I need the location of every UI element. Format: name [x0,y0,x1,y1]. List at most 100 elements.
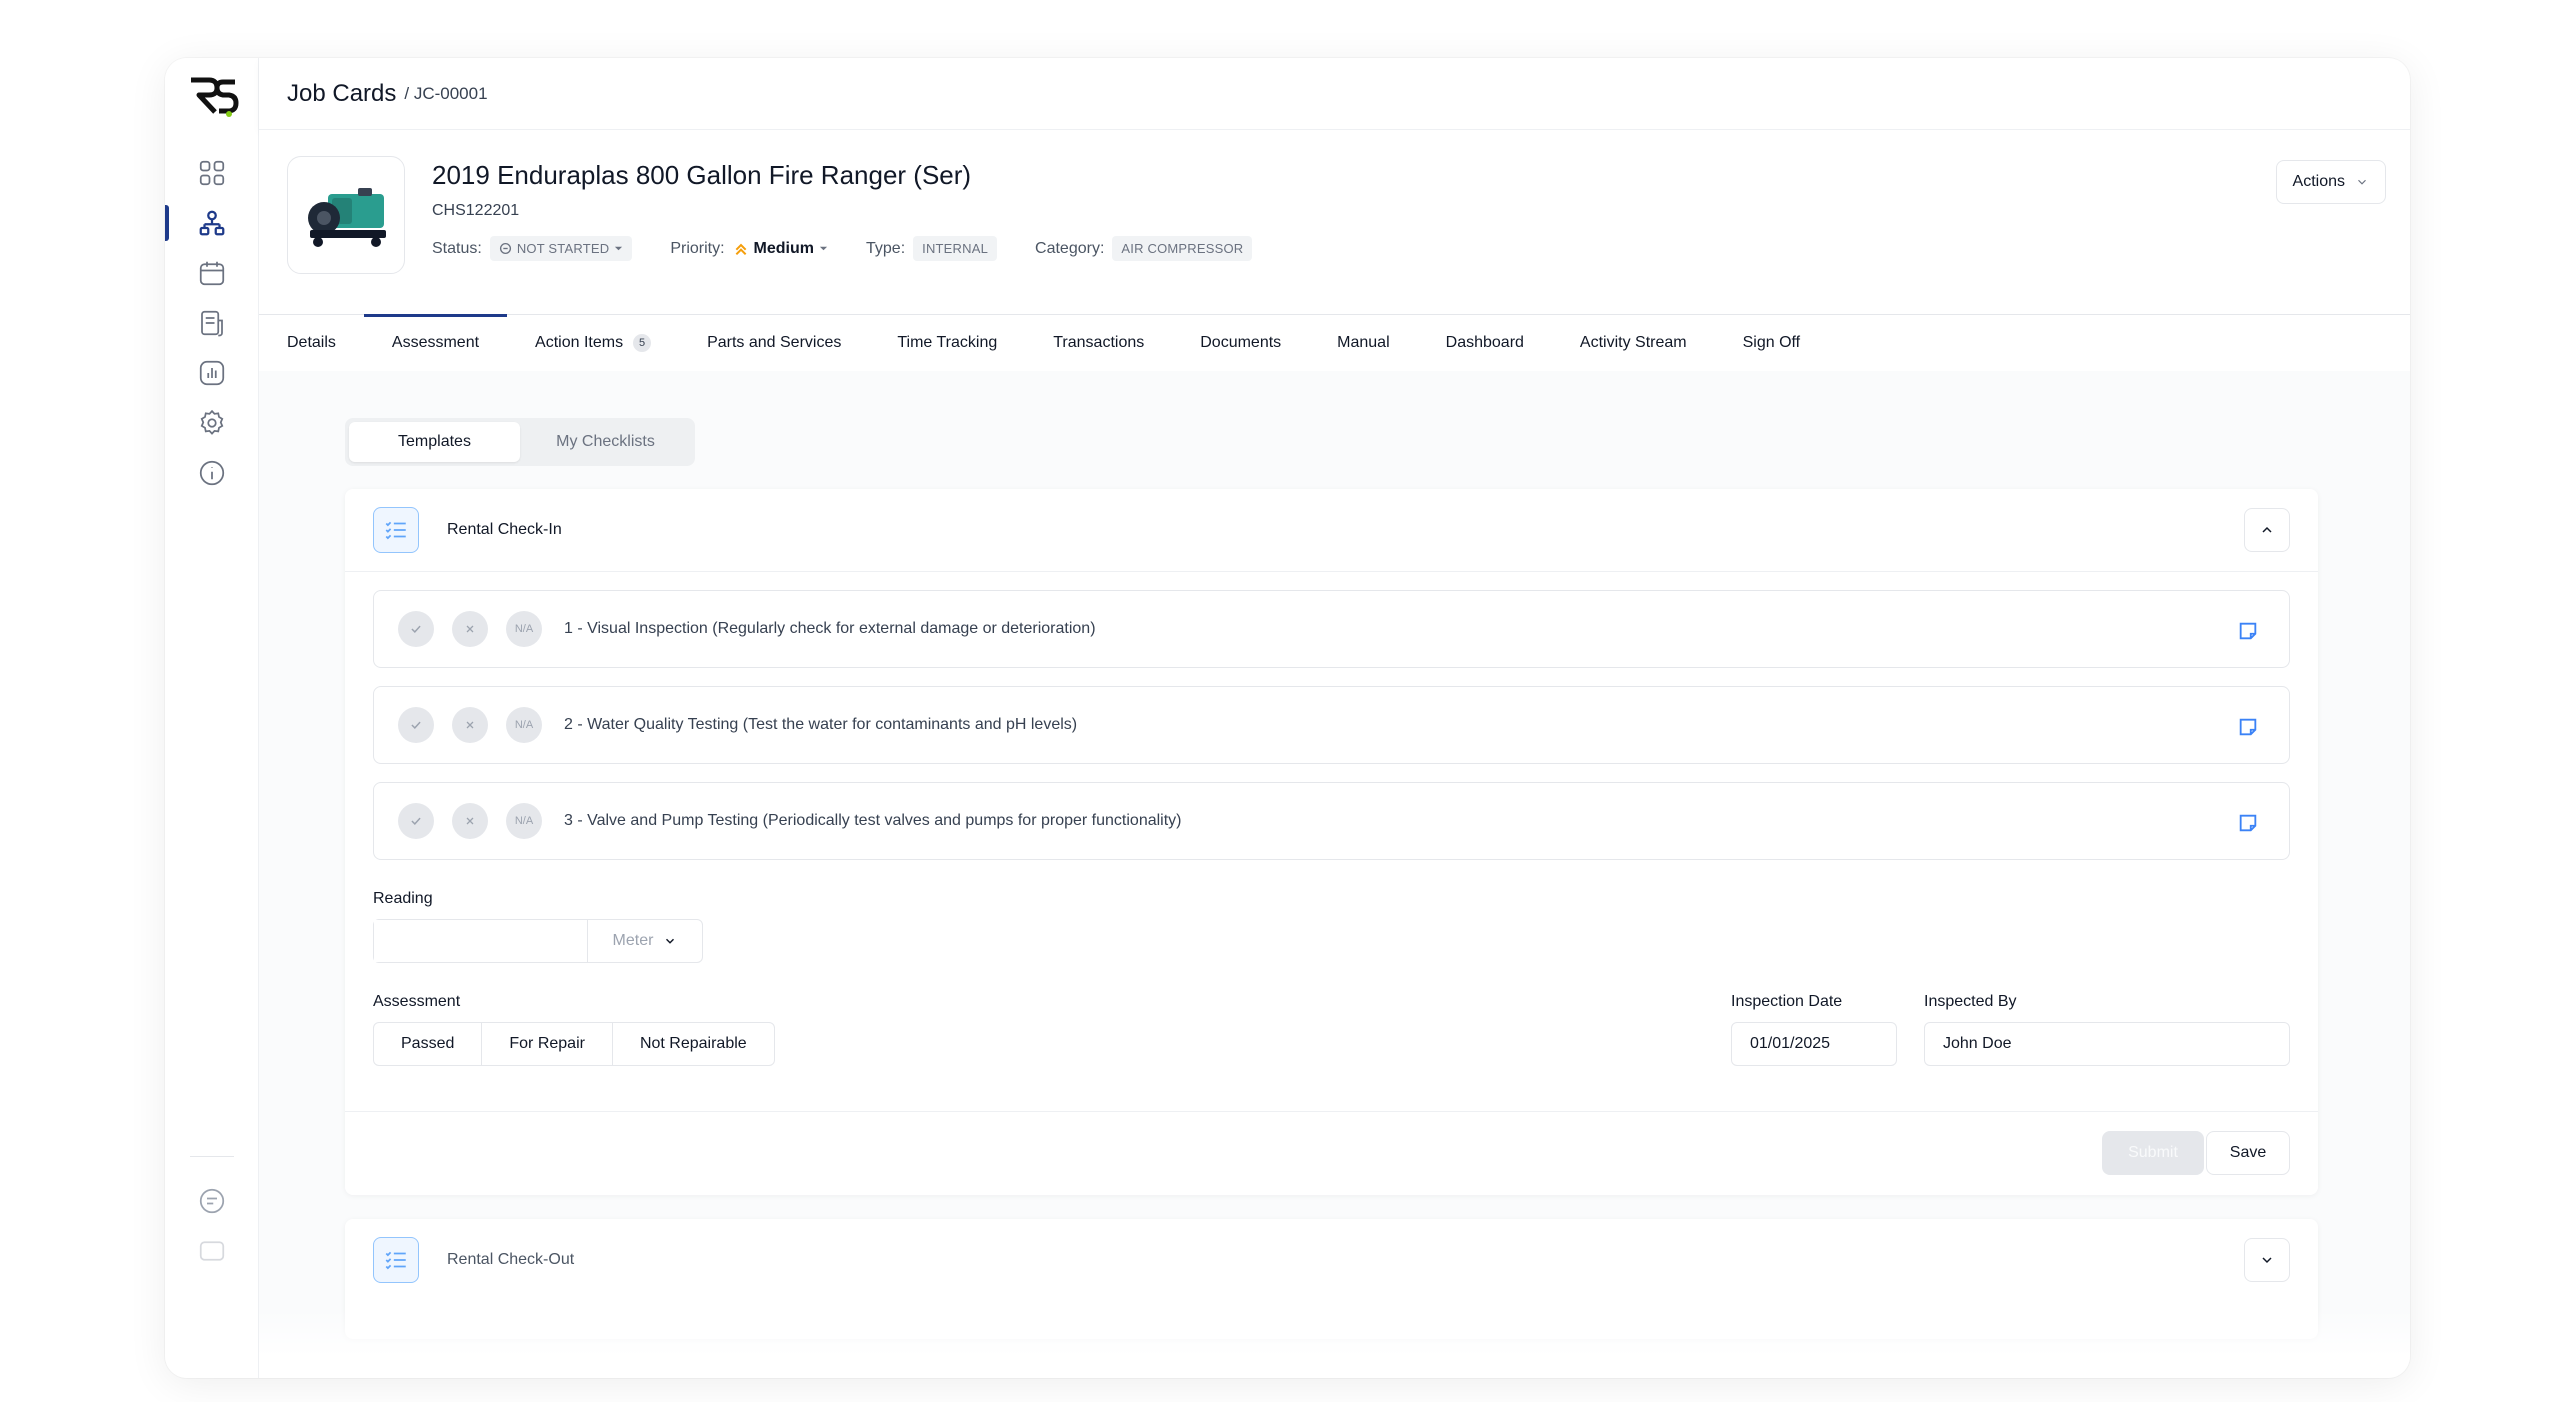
collapse-button[interactable] [2244,508,2290,552]
fail-button[interactable] [452,803,488,839]
passed-option[interactable]: Passed [374,1023,483,1065]
chevron-up-icon [2262,526,2272,533]
tab-label: Details [287,334,336,351]
tab-label: Manual [1337,334,1390,351]
checklist-header[interactable]: Rental Check-Out [345,1219,2318,1301]
tab-label: Sign Off [1742,334,1801,351]
checklist-header[interactable]: Rental Check-In [345,489,2318,571]
support-icon [199,1188,225,1214]
sidebar-item-info[interactable] [192,453,232,493]
priority-selector[interactable]: Medium [733,240,828,258]
actions-label: Actions [2292,173,2345,190]
item-text: 3 - Valve and Pump Testing (Periodically… [564,812,1182,829]
tab-documents[interactable]: Documents [1200,315,1281,371]
templates-tab[interactable]: Templates [349,422,520,462]
tab-assessment[interactable]: Assessment [363,314,508,371]
na-button[interactable]: N/A [506,611,542,647]
status-badge[interactable]: NOT STARTED [489,236,633,261]
pass-button[interactable] [398,707,434,743]
tab-label: Assessment [391,334,480,351]
app-window: Job Cards / JC-00001 2019 Enduraplas 800… [165,58,2410,1378]
status-group: Status: NOT STARTED [432,236,633,261]
sidebar-item-settings[interactable] [192,403,232,443]
close-icon [466,721,474,729]
tab-bar: Details Assessment Action Items 5 Parts a… [259,314,2410,371]
asset-image [287,156,405,274]
asset-header: 2019 Enduraplas 800 Gallon Fire Ranger (… [259,130,2410,315]
priority-value: Medium [753,239,814,257]
tab-details[interactable]: Details [287,315,336,371]
tab-label: Dashboard [1445,334,1524,351]
tab-manual[interactable]: Manual [1337,315,1389,371]
reading-input[interactable] [374,920,588,962]
tab-label: Time Tracking [897,334,998,351]
sidebar-item-dashboard[interactable] [192,153,232,193]
sidebar-item-reports[interactable] [192,353,232,393]
checklist-card: Rental Check-In N/A 1 - Visual Inspectio… [345,489,2318,1195]
priority-label: Priority: [670,239,725,257]
reading-group: Meter [373,919,703,963]
not-repairable-option[interactable]: Not Repairable [613,1023,774,1065]
sidebar-item-more[interactable] [192,1231,232,1271]
breadcrumb-section[interactable]: Job Cards [287,80,396,108]
fail-button[interactable] [452,611,488,647]
checklist-icon [373,507,419,553]
checklist-title: Rental Check-In [447,521,562,538]
inspected-by-field[interactable]: John Doe [1924,1022,2290,1066]
info-icon [199,460,225,486]
document-icon [201,310,223,337]
inspection-date-label: Inspection Date [1731,993,1843,1010]
tab-activity-stream[interactable]: Activity Stream [1580,315,1687,371]
checklist-item: N/A 2 - Water Quality Testing (Test the … [373,686,2290,764]
breadcrumb-current: / JC-00001 [404,83,488,103]
priority-group: Priority: Medium [670,240,828,258]
pass-button[interactable] [398,803,434,839]
tab-dashboard[interactable]: Dashboard [1446,315,1524,371]
actions-button[interactable]: Actions [2275,160,2386,204]
tab-label: Transactions [1053,334,1145,351]
pass-button[interactable] [398,611,434,647]
chevron-down-icon [2358,179,2366,185]
checklist-item: N/A 3 - Valve and Pump Testing (Periodic… [373,782,2290,860]
tab-sign-off[interactable]: Sign Off [1743,315,1801,371]
submit-button[interactable]: Submit [2102,1131,2204,1175]
checklist-item: N/A 1 - Visual Inspection (Regularly che… [373,590,2290,668]
calendar-icon [199,261,225,286]
tab-parts-and-services[interactable]: Parts and Services [707,315,841,371]
fail-button[interactable] [452,707,488,743]
tab-label: Action Items [535,334,624,351]
unit-value: Meter [612,932,654,949]
checklist-icon [373,1237,419,1283]
my-checklists-tab[interactable]: My Checklists [520,422,691,462]
hierarchy-icon [199,210,225,236]
status-label: Status: [432,239,482,257]
main-content: Templates My Checklists Rental Check-In … [259,371,2410,1378]
tab-transactions[interactable]: Transactions [1053,315,1144,371]
sidebar-item-hierarchy[interactable] [192,203,232,243]
inspection-date-field[interactable]: 01/01/2025 [1731,1022,1897,1066]
chevron-down-icon [2262,1257,2272,1264]
expand-button[interactable] [2244,1238,2290,1282]
na-button[interactable]: N/A [506,803,542,839]
tab-label: Parts and Services [707,334,842,351]
unit-select[interactable]: Meter [588,920,702,962]
type-badge: INTERNAL [913,236,998,261]
tab-time-tracking[interactable]: Time Tracking [897,315,997,371]
note-icon[interactable] [2237,620,2259,642]
gear-icon [200,409,224,435]
count-badge: 5 [633,334,652,352]
sidebar-item-documents[interactable] [192,303,232,343]
tab-action-items[interactable]: Action Items 5 [535,315,652,371]
note-icon[interactable] [2237,812,2259,834]
sidebar-item-support[interactable] [192,1181,232,1221]
caret-down-icon [615,246,623,251]
save-button[interactable]: Save [2206,1131,2290,1175]
note-icon[interactable] [2237,716,2259,738]
chevron-down-icon [666,938,675,944]
sidebar-item-calendar[interactable] [192,253,232,293]
na-button[interactable]: N/A [506,707,542,743]
checklist-card: Rental Check-Out [345,1219,2318,1339]
tab-label: Documents [1200,334,1282,351]
check-icon [411,817,421,825]
for-repair-option[interactable]: For Repair [482,1023,613,1065]
